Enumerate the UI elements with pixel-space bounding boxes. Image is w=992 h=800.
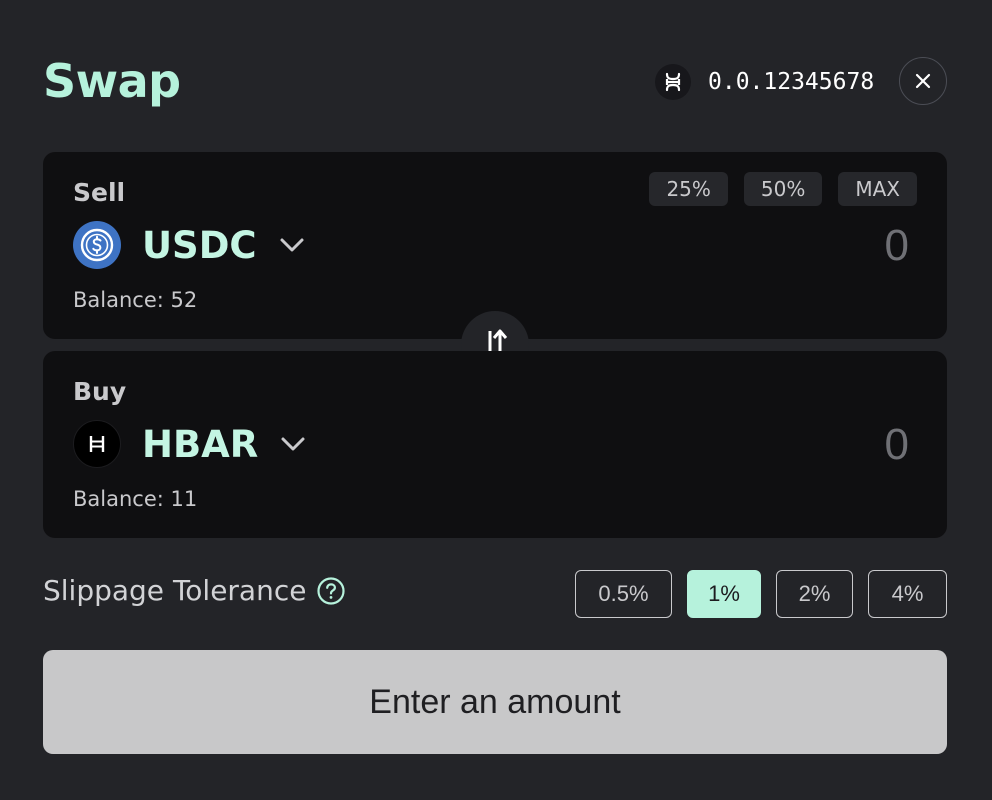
- sell-label: Sell: [73, 178, 126, 207]
- buy-card: Buy HBAR 0 Balance: 11: [43, 351, 947, 538]
- submit-button[interactable]: Enter an amount: [43, 650, 947, 754]
- hbar-logo-icon: [73, 420, 121, 468]
- slippage-option-0-5[interactable]: 0.5%: [575, 570, 672, 618]
- quick-amount-max-button[interactable]: MAX: [838, 172, 917, 206]
- close-button[interactable]: [899, 57, 947, 105]
- account-id[interactable]: 0.0.12345678: [708, 68, 874, 96]
- usdc-logo-icon: [73, 221, 121, 269]
- hashpack-wallet-icon[interactable]: [655, 64, 691, 100]
- chevron-down-icon: [280, 436, 306, 452]
- quick-amount-50-button[interactable]: 50%: [743, 172, 823, 206]
- buy-amount-input[interactable]: 0: [609, 421, 909, 469]
- slippage-label: Slippage Tolerance: [43, 574, 307, 607]
- buy-token-selector[interactable]: HBAR: [73, 419, 306, 469]
- slippage-option-4[interactable]: 4%: [868, 570, 947, 618]
- slippage-option-2[interactable]: 2%: [776, 570, 853, 618]
- slippage-options: 0.5% 1% 2% 4%: [575, 570, 947, 618]
- slippage-tolerance: Slippage Tolerance: [43, 574, 346, 607]
- slippage-option-1[interactable]: 1%: [687, 570, 761, 618]
- sell-balance: Balance: 52: [73, 288, 198, 312]
- sell-amount-input[interactable]: 0: [609, 222, 909, 270]
- chevron-down-icon: [279, 237, 305, 253]
- buy-label: Buy: [73, 377, 127, 406]
- quick-amount-buttons: 25% 50% MAX: [649, 172, 917, 206]
- sell-token-selector[interactable]: USDC: [73, 220, 305, 270]
- buy-token-symbol: HBAR: [142, 422, 259, 466]
- swap-panel: Swap 0.0.12345678 Sell 25% 50% MAX USDC …: [0, 0, 992, 800]
- close-icon: [915, 73, 931, 89]
- quick-amount-25-button[interactable]: 25%: [649, 172, 728, 206]
- question-circle-icon[interactable]: [316, 576, 346, 606]
- page-title: Swap: [43, 54, 181, 108]
- buy-balance: Balance: 11: [73, 487, 198, 511]
- sell-token-symbol: USDC: [142, 223, 257, 267]
